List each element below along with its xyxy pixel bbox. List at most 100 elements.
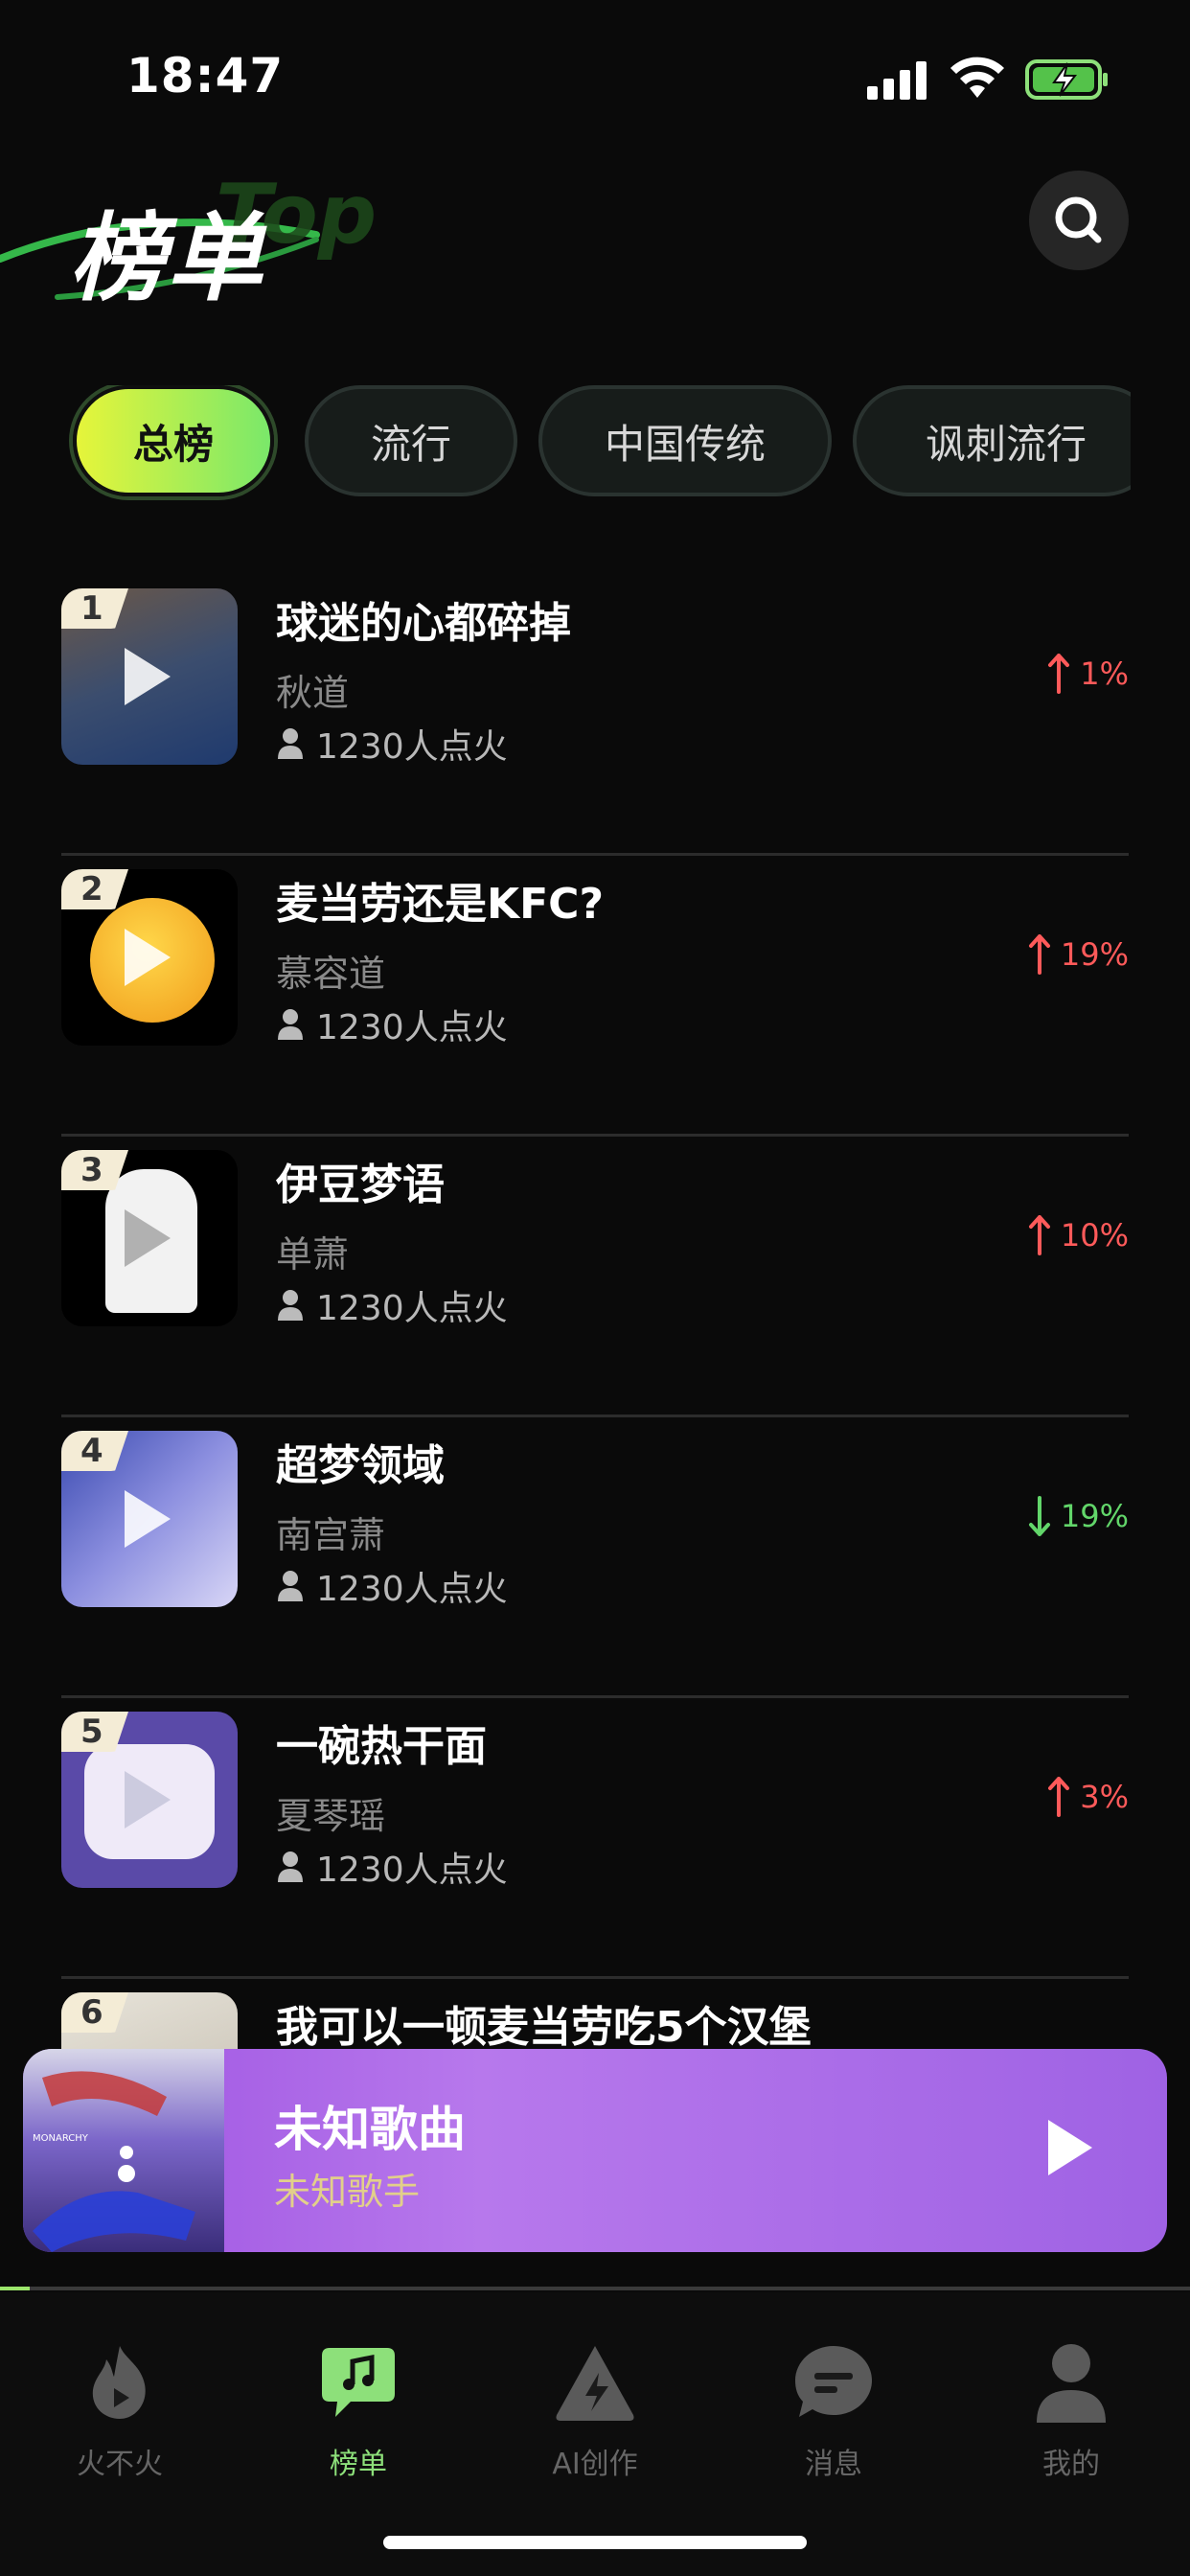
rank-badge: 4 bbox=[61, 1431, 128, 1471]
person-icon bbox=[278, 1290, 303, 1321]
song-title: 超梦领域 bbox=[276, 1441, 445, 1490]
cover-text: MONARCHY bbox=[33, 2133, 89, 2144]
song-thumbnail[interactable]: 5 bbox=[61, 1712, 238, 1888]
tabbar-label: 消息 bbox=[805, 2448, 862, 2481]
fire-count: 1230人点火 bbox=[276, 1280, 508, 1330]
arrow-up-icon bbox=[1048, 654, 1070, 694]
play-icon bbox=[125, 1490, 171, 1548]
now-playing-artist: 未知歌手 bbox=[274, 2171, 421, 2213]
list-item[interactable]: 5 一碗热干面 夏琴瑶 1230人点火 3% bbox=[61, 1698, 1129, 1979]
flame-play-icon bbox=[92, 2346, 146, 2419]
rank-badge: 2 bbox=[61, 869, 128, 909]
battery-charging-icon bbox=[1025, 59, 1108, 100]
page-title: 榜单 bbox=[69, 202, 264, 314]
trend-indicator: 19% bbox=[1028, 1496, 1129, 1536]
trend-percent: 1% bbox=[1080, 656, 1129, 692]
fire-count: 1230人点火 bbox=[276, 1000, 508, 1049]
message-bubble-icon bbox=[795, 2346, 872, 2417]
song-title: 我可以一顿麦当劳吃5个汉堡 bbox=[276, 2003, 812, 2051]
list-item[interactable]: 3 伊豆梦语 单萧 1230人点火 10% bbox=[61, 1137, 1129, 1417]
trend-indicator: 1% bbox=[1047, 654, 1129, 694]
ranking-list: 1 球迷的心都碎掉 秋道 1230人点火 1% 2 麦当劳还是KFC? 慕容道 bbox=[61, 575, 1129, 2051]
tabbar-label: 榜单 bbox=[330, 2448, 387, 2481]
person-icon bbox=[278, 728, 303, 759]
song-artist: 秋道 bbox=[276, 672, 350, 714]
fire-count-text: 1230人点火 bbox=[316, 1851, 508, 1890]
arrow-down-icon bbox=[1028, 1496, 1050, 1536]
play-icon bbox=[125, 929, 171, 986]
album-cover[interactable]: MONARCHY bbox=[23, 2049, 224, 2252]
trend-indicator: 10% bbox=[1028, 1215, 1129, 1255]
rank-badge: 6 bbox=[61, 1992, 128, 2033]
tabbar-item-chart[interactable]: 榜单 bbox=[263, 2340, 454, 2484]
tabbar-item-ai[interactable]: AI创作 bbox=[499, 2340, 691, 2484]
bottom-tab-bar: 火不火 榜单 AI创作 消息 我的 bbox=[0, 2292, 1190, 2576]
list-item[interactable]: 4 超梦领域 南宫萧 1230人点火 19% bbox=[61, 1417, 1129, 1698]
tabbar-label: AI创作 bbox=[552, 2448, 638, 2481]
trend-percent: 19% bbox=[1060, 936, 1129, 973]
person-icon bbox=[278, 1571, 303, 1601]
song-thumbnail[interactable]: 6 bbox=[61, 1992, 238, 2051]
status-time: 18:47 bbox=[126, 48, 285, 104]
song-artist: 单萧 bbox=[276, 1233, 350, 1276]
fire-count-text: 1230人点火 bbox=[316, 1008, 508, 1047]
fire-count-text: 1230人点火 bbox=[316, 1570, 508, 1609]
song-artist: 南宫萧 bbox=[276, 1514, 386, 1556]
fire-count-text: 1230人点火 bbox=[316, 1289, 508, 1328]
trend-percent: 3% bbox=[1080, 1779, 1129, 1815]
play-icon bbox=[125, 1771, 171, 1828]
song-artist: 夏琴瑶 bbox=[276, 1795, 386, 1837]
arrow-up-icon bbox=[1028, 934, 1050, 975]
tabbar-item-profile[interactable]: 我的 bbox=[975, 2340, 1167, 2484]
song-thumbnail[interactable]: 3 bbox=[61, 1150, 238, 1326]
wifi-icon bbox=[950, 57, 1004, 98]
song-artist: 慕容道 bbox=[276, 953, 386, 995]
category-tabs: 总榜 流行 中国传统 讽刺流行 bbox=[69, 385, 1131, 504]
music-chat-icon bbox=[322, 2348, 395, 2417]
playback-progress-fill bbox=[0, 2287, 31, 2290]
song-title: 麦当劳还是KFC? bbox=[276, 880, 604, 929]
cellular-signal-icon bbox=[867, 59, 927, 100]
play-button[interactable] bbox=[1048, 2120, 1092, 2175]
now-playing-title: 未知歌曲 bbox=[274, 2102, 466, 2157]
tab-overall[interactable]: 总榜 bbox=[73, 385, 274, 496]
song-thumbnail[interactable]: 2 bbox=[61, 869, 238, 1046]
trend-indicator: 3% bbox=[1047, 1777, 1129, 1817]
mini-player[interactable]: MONARCHY 未知歌曲 未知歌手 bbox=[23, 2049, 1167, 2252]
list-item[interactable]: 1 球迷的心都碎掉 秋道 1230人点火 1% bbox=[61, 575, 1129, 856]
song-thumbnail[interactable]: 1 bbox=[61, 588, 238, 765]
list-item[interactable]: 2 麦当劳还是KFC? 慕容道 1230人点火 19% bbox=[61, 856, 1129, 1137]
trend-percent: 19% bbox=[1060, 1498, 1129, 1534]
ai-bolt-icon bbox=[556, 2346, 634, 2421]
chart-screen: 18:47 Top 榜单 总榜 流行 中国传统 讽刺流行 1 球迷的心都碎掉 秋… bbox=[0, 0, 1190, 2576]
status-bar: 18:47 bbox=[0, 0, 1190, 144]
play-icon bbox=[125, 1209, 171, 1267]
tabbar-label: 火不火 bbox=[77, 2448, 163, 2481]
tab-chinese-traditional[interactable]: 中国传统 bbox=[538, 385, 832, 496]
song-title: 一碗热干面 bbox=[276, 1722, 487, 1771]
search-icon bbox=[1055, 196, 1102, 243]
list-item[interactable]: 6 我可以一顿麦当劳吃5个汉堡 bbox=[61, 1979, 1129, 2051]
play-icon bbox=[125, 648, 171, 705]
profile-icon bbox=[1037, 2344, 1106, 2423]
tab-pop[interactable]: 流行 bbox=[305, 385, 517, 496]
fire-count-text: 1230人点火 bbox=[316, 727, 508, 767]
arrow-up-icon bbox=[1028, 1215, 1050, 1255]
tabbar-item-hot[interactable]: 火不火 bbox=[24, 2340, 216, 2484]
tab-satire-pop[interactable]: 讽刺流行 bbox=[853, 385, 1131, 496]
person-icon bbox=[278, 1009, 303, 1040]
song-title: 伊豆梦语 bbox=[276, 1161, 445, 1209]
fire-count: 1230人点火 bbox=[276, 719, 508, 769]
search-button[interactable] bbox=[1029, 171, 1129, 270]
page-header: Top 榜单 bbox=[0, 163, 441, 314]
trend-percent: 10% bbox=[1060, 1217, 1129, 1254]
tabbar-item-messages[interactable]: 消息 bbox=[738, 2340, 929, 2484]
fire-count: 1230人点火 bbox=[276, 1561, 508, 1611]
home-indicator bbox=[383, 2536, 807, 2549]
playback-progress[interactable] bbox=[0, 2287, 1190, 2290]
song-thumbnail[interactable]: 4 bbox=[61, 1431, 238, 1607]
person-icon bbox=[278, 1852, 303, 1882]
tabbar-label: 我的 bbox=[1042, 2448, 1100, 2481]
album-art: MONARCHY bbox=[33, 2071, 195, 2252]
rank-badge: 1 bbox=[61, 588, 128, 629]
